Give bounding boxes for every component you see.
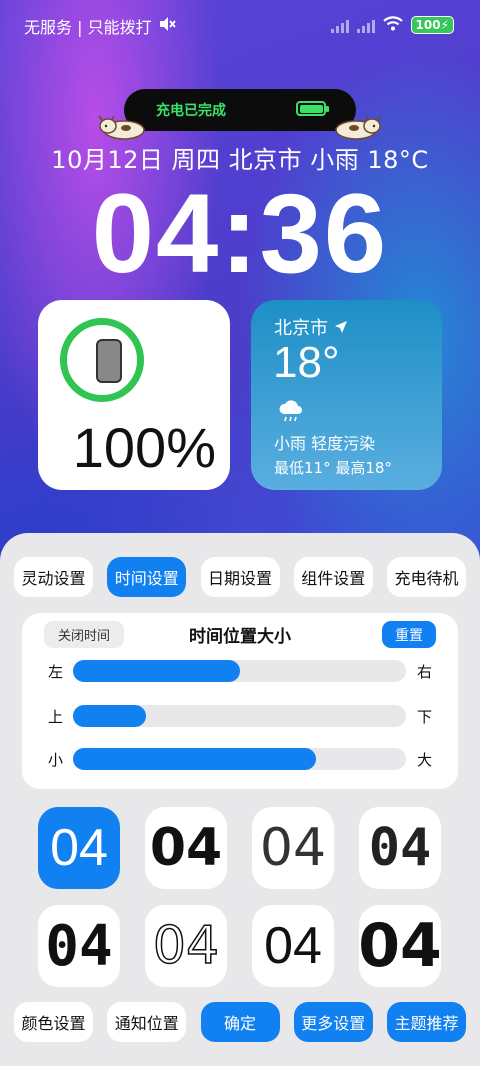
slider-fill bbox=[73, 660, 240, 682]
slider-fill bbox=[73, 748, 317, 770]
clock-style-option[interactable]: 04 bbox=[145, 807, 227, 889]
bottom-actions: 颜色设置 通知位置 确定 更多设置 主题推荐 bbox=[14, 1002, 466, 1042]
weather-temp: 18° bbox=[273, 338, 340, 387]
weather-condition: 小雨 轻度污染 bbox=[274, 434, 376, 453]
clock-style-option[interactable]: 04 bbox=[38, 807, 120, 889]
more-settings-button[interactable]: 更多设置 bbox=[293, 1002, 373, 1042]
cow-sticker-icon bbox=[335, 115, 382, 140]
slider-label-left: 左 bbox=[48, 663, 64, 681]
color-settings-button[interactable]: 颜色设置 bbox=[14, 1002, 93, 1042]
slider-label-right: 右 bbox=[416, 663, 432, 681]
clock-style-option[interactable]: 04 bbox=[145, 905, 227, 987]
size-slider[interactable] bbox=[73, 748, 406, 770]
weather-range: 最低11° 最高18° bbox=[274, 459, 392, 477]
status-bar: 无服务 | 只能拨打 100⚡ bbox=[0, 0, 480, 50]
settings-panel: 灵动设置 时间设置 日期设置 组件设置 充电待机 关闭时间 时间位置大小 重置 … bbox=[0, 533, 480, 1066]
cow-sticker-icon bbox=[98, 115, 145, 140]
horizontal-position-slider[interactable] bbox=[73, 660, 406, 682]
slider-vertical: 上 下 bbox=[22, 703, 458, 729]
time-position-card: 关闭时间 时间位置大小 重置 左 右 上 下 小 大 bbox=[22, 613, 458, 789]
slider-label-top: 上 bbox=[48, 708, 64, 726]
date-weather-line: 10月12日 周四 北京市 小雨 18°C bbox=[51, 146, 429, 174]
tab-charging-standby[interactable]: 充电待机 bbox=[387, 557, 466, 597]
slider-fill bbox=[73, 705, 147, 727]
rain-cloud-icon bbox=[279, 400, 302, 422]
battery-widget[interactable]: 100% bbox=[38, 300, 230, 490]
tab-widget-settings[interactable]: 组件设置 bbox=[293, 557, 373, 597]
clock-style-option[interactable]: 04 bbox=[359, 905, 441, 987]
notification-position-button[interactable]: 通知位置 bbox=[107, 1002, 187, 1042]
clock-style-option[interactable]: 04 bbox=[252, 905, 334, 987]
clock-style-option[interactable]: 04 bbox=[359, 807, 441, 889]
status-left: 无服务 | 只能拨打 bbox=[24, 14, 176, 38]
battery-percent: 100% bbox=[72, 416, 216, 479]
clock-style-option[interactable]: 04 bbox=[252, 807, 334, 889]
slider-label-bottom: 下 bbox=[416, 708, 432, 726]
slider-size: 小 大 bbox=[22, 746, 458, 772]
charging-island[interactable]: 充电已完成 bbox=[124, 89, 356, 131]
slider-label-large: 大 bbox=[416, 751, 432, 769]
status-right: 100⚡ bbox=[330, 15, 454, 35]
battery-full-icon bbox=[296, 101, 329, 116]
battery-badge: 100⚡ bbox=[410, 16, 454, 34]
vertical-position-slider[interactable] bbox=[73, 705, 406, 727]
confirm-button[interactable]: 确定 bbox=[200, 1002, 280, 1042]
battery-level-text: 100 bbox=[415, 18, 441, 32]
lock-clock[interactable]: 04:36 bbox=[0, 172, 480, 295]
clock-style-option[interactable]: 04 bbox=[38, 905, 120, 987]
phone-icon bbox=[96, 339, 122, 383]
reset-button[interactable]: 重置 bbox=[382, 621, 436, 648]
island-text: 充电已完成 bbox=[156, 103, 226, 119]
signal-icon bbox=[356, 17, 375, 33]
slider-label-small: 小 bbox=[48, 751, 64, 769]
tab-island-settings[interactable]: 灵动设置 bbox=[14, 557, 93, 597]
battery-ring bbox=[60, 318, 144, 402]
tab-date-settings[interactable]: 日期设置 bbox=[200, 557, 280, 597]
weather-city-row: 北京市 bbox=[274, 314, 348, 340]
theme-recommend-button[interactable]: 主题推荐 bbox=[387, 1002, 466, 1042]
signal-icon bbox=[330, 17, 349, 33]
tab-time-settings[interactable]: 时间设置 bbox=[107, 557, 187, 597]
location-arrow-icon bbox=[335, 321, 347, 333]
weather-city: 北京市 bbox=[274, 318, 328, 339]
settings-tabs: 灵动设置 时间设置 日期设置 组件设置 充电待机 bbox=[14, 557, 466, 597]
wifi-icon bbox=[382, 15, 403, 35]
carrier-text: 无服务 | 只能拨打 bbox=[24, 18, 152, 37]
slider-horizontal: 左 右 bbox=[22, 658, 458, 684]
mute-icon bbox=[158, 16, 176, 36]
weather-widget[interactable]: 北京市 18° 小雨 轻度污染 最低11° 最高18° bbox=[251, 300, 442, 490]
